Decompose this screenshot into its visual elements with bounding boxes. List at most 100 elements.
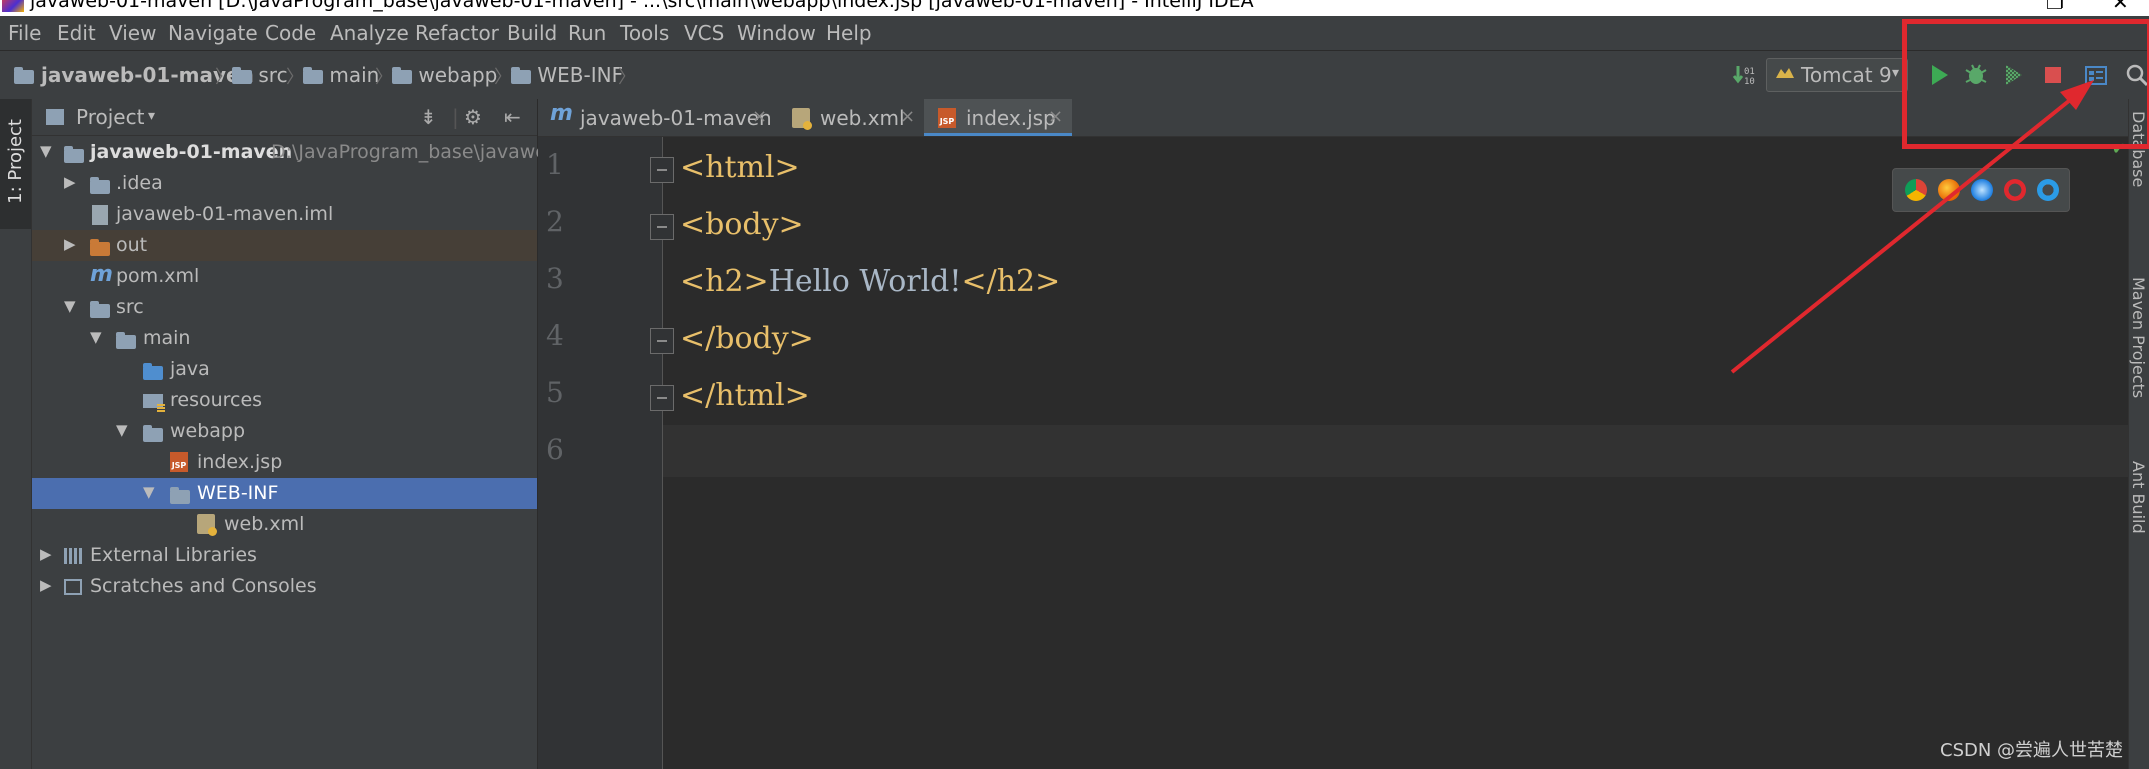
fold-marker-icon[interactable] [650,214,674,240]
tree-item-resources[interactable]: resources [32,385,537,416]
breadcrumb-separator: 〉 [286,67,304,88]
highlight-box [1902,19,2149,149]
firefox-icon[interactable] [1938,179,1960,201]
tree-item-label: webapp [170,420,246,442]
code-tag: </html> [680,378,810,413]
maven-projects-tab[interactable]: Maven Projects [2129,277,2148,398]
collapse-all-icon[interactable]: ⇟ [420,105,437,129]
folder-icon [116,331,136,350]
fold-marker-icon[interactable] [650,157,674,183]
line-number: 4 [546,319,564,352]
resources-folder-icon [143,393,165,412]
scratches-icon [64,579,82,599]
chevron-down-icon[interactable]: ▾ [148,108,155,124]
tree-item-out[interactable]: ▶ out [32,230,537,261]
collapsed-arrow-icon[interactable]: ▶ [64,235,76,253]
project-tool-tab[interactable]: 1: Project [0,99,31,229]
run-configuration-label: Tomcat 9 [1801,63,1892,87]
breadcrumb-label: WEB-INF [537,63,624,87]
menu-refactor[interactable]: Refactor [415,21,499,45]
folder-icon [90,300,110,319]
menu-navigate[interactable]: Navigate [168,21,258,45]
tree-item-iml[interactable]: javaweb-01-maven.iml [32,199,537,230]
close-tab-icon[interactable]: × [900,106,915,127]
svg-text:01: 01 [1744,67,1755,77]
opera-icon[interactable] [2004,179,2026,201]
tree-item-web-xml[interactable]: web.xml [32,509,537,540]
tree-item-idea[interactable]: ▶ .idea [32,168,537,199]
menu-view[interactable]: View [109,21,156,45]
menu-code[interactable]: Code [265,21,316,45]
close-icon[interactable]: ✕ [2112,0,2129,14]
tomcat-icon [1776,68,1794,78]
menu-window[interactable]: Window [737,21,816,45]
tab-javaweb-01-maven[interactable]: m javaweb-01-maven × [538,99,776,136]
project-panel-header: Project ▾ ⇟ | ⚙ ⇤ [32,99,537,136]
build-icon[interactable]: 01 10 [1732,62,1758,88]
tree-item-root[interactable]: ▼ javaweb-01-maven D:\JavaProgram_base\j… [32,137,566,168]
run-configuration-select[interactable]: Tomcat 9 ▾ [1766,58,1908,92]
watermark: CSDN @尝遍人世苦楚 [1940,740,2124,761]
tree-item-label: .idea [116,172,163,194]
expanded-arrow-icon[interactable]: ▼ [116,421,128,439]
menu-analyze[interactable]: Analyze [330,21,409,45]
ant-build-tab[interactable]: Ant Build [2129,461,2148,534]
tree-item-external-libraries[interactable]: ▶ External Libraries [32,540,537,571]
tree-item-index-jsp[interactable]: JSP index.jsp [32,447,537,478]
code-line-5: </html> [680,378,810,413]
menu-file[interactable]: File [8,21,41,45]
tree-item-web-inf[interactable]: ▼ WEB-INF [32,478,537,509]
tree-item-scratches[interactable]: ▶ Scratches and Consoles [32,571,537,602]
collapsed-arrow-icon[interactable]: ▶ [40,576,52,594]
project-view-icon [46,109,64,125]
breadcrumb-web-inf[interactable]: WEB-INF [511,63,623,87]
gear-icon[interactable]: ⚙ [464,105,482,129]
libraries-icon [64,548,84,568]
tree-item-main[interactable]: ▼ main [32,323,537,354]
breadcrumb-src[interactable]: src [232,63,288,87]
folder-icon [143,424,163,443]
excluded-folder-icon [90,238,110,257]
expanded-arrow-icon[interactable]: ▼ [64,297,76,315]
menu-run[interactable]: Run [568,21,606,45]
fold-marker-icon[interactable] [650,328,674,354]
tab-label: index.jsp [966,106,1056,130]
project-tool-tab-label: 1: Project [5,119,26,204]
tree-item-java[interactable]: java [32,354,537,385]
tab-web-xml[interactable]: web.xml × [776,99,924,136]
folder-icon [392,66,412,84]
restore-icon[interactable]: ❐ [2046,0,2064,14]
ie-icon[interactable] [2037,179,2059,201]
tab-index-jsp[interactable]: JSP index.jsp × [924,99,1072,136]
close-tab-icon[interactable]: × [752,106,767,127]
intellij-logo-icon [2,0,24,12]
project-panel-title[interactable]: Project [76,105,144,129]
menu-edit[interactable]: Edit [57,21,96,45]
breadcrumb-main[interactable]: main [303,63,379,87]
ide-window: javaweb-01-maven [D:\JavaProgram_base\ja… [0,0,2149,769]
chrome-icon[interactable] [1905,179,1927,201]
expanded-arrow-icon[interactable]: ▼ [143,483,155,501]
breadcrumb-webapp[interactable]: webapp [392,63,497,87]
menu-vcs[interactable]: VCS [684,21,724,45]
collapsed-arrow-icon[interactable]: ▶ [40,545,52,563]
tree-item-pom[interactable]: m pom.xml [32,261,537,292]
menu-build[interactable]: Build [507,21,557,45]
jsp-file-icon: JSP [170,452,188,472]
expanded-arrow-icon[interactable]: ▼ [40,142,52,160]
tree-item-webapp[interactable]: ▼ webapp [32,416,537,447]
safari-icon[interactable] [1971,179,1993,201]
tab-label: javaweb-01-maven [580,106,772,130]
code-text: Hello World! [768,264,962,299]
open-in-browser-bar [1892,168,2070,212]
menu-tools[interactable]: Tools [620,21,669,45]
hide-panel-icon[interactable]: ⇤ [504,105,521,129]
menu-help[interactable]: Help [826,21,872,45]
collapsed-arrow-icon[interactable]: ▶ [64,173,76,191]
navigation-bar: javaweb-01-maven 〉 src 〉 main 〉 webapp 〉… [0,51,2149,100]
tree-item-label: index.jsp [197,451,283,473]
expanded-arrow-icon[interactable]: ▼ [90,328,102,346]
fold-marker-icon[interactable] [650,385,674,411]
tree-item-src[interactable]: ▼ src [32,292,537,323]
close-tab-icon[interactable]: × [1048,106,1063,127]
